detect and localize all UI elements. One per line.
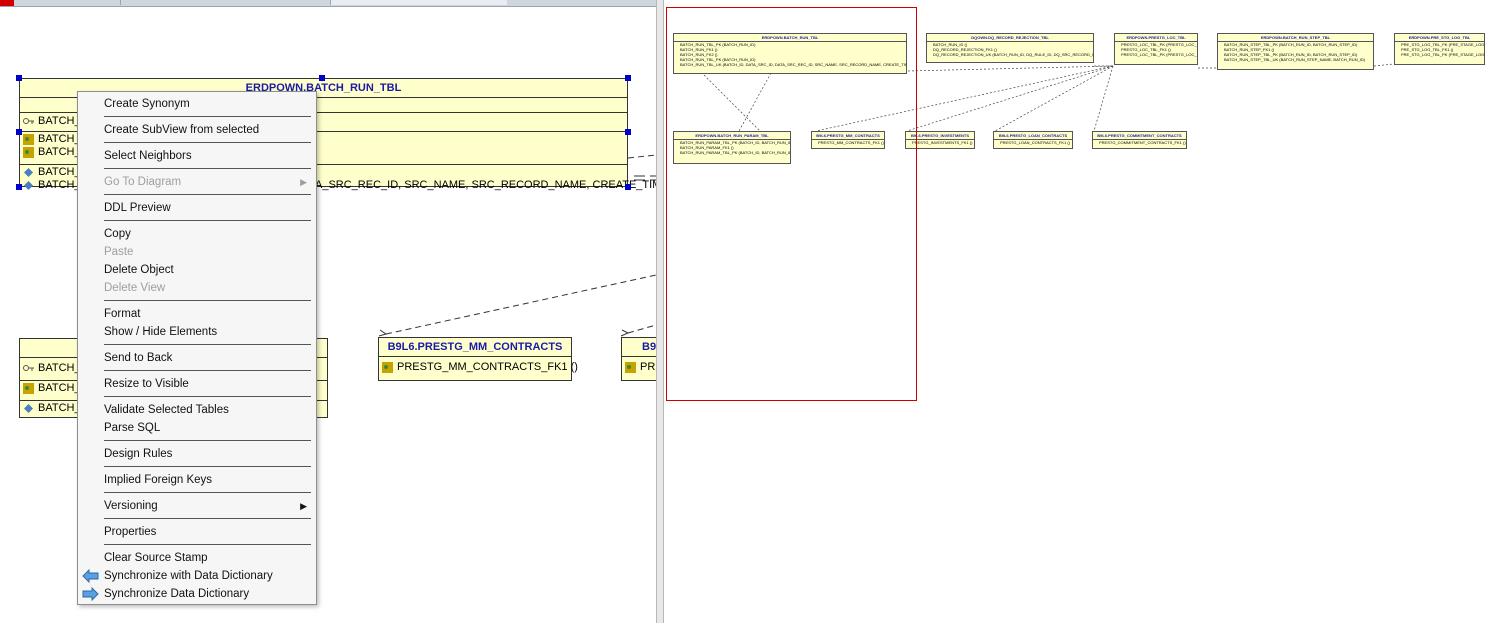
foreign-key-icon xyxy=(23,134,34,145)
menu-item-properties[interactable]: Properties xyxy=(104,523,156,541)
table-title: B9L6.PRESTG_MM_CONTRACTS xyxy=(379,338,571,357)
close-tab-icon[interactable] xyxy=(0,0,14,6)
foreign-key-icon xyxy=(23,147,34,158)
mini-table[interactable]: ERDPOWN.BATCH_RUN_STEP_TBL BATCH_RUN_STE… xyxy=(1217,33,1374,70)
selection-handle[interactable] xyxy=(16,129,22,135)
arrow-left-icon xyxy=(82,568,99,584)
menu-item-delete-object[interactable]: Delete Object xyxy=(104,261,174,279)
menu-separator xyxy=(104,440,311,441)
menu-separator xyxy=(104,300,311,301)
menu-separator xyxy=(104,492,311,493)
context-menu: Create Synonym Create SubView from selec… xyxy=(77,91,317,605)
menu-item-select-neighbors[interactable]: Select Neighbors xyxy=(104,147,192,165)
mini-table[interactable]: ERDPOWN.PRE_STG_LOG_TBL PRE_STG_LOG_TBL_… xyxy=(1394,33,1485,65)
menu-item-send-to-back[interactable]: Send to Back xyxy=(104,349,172,367)
table-partial[interactable]: B9 PRE xyxy=(621,337,656,381)
index-icon xyxy=(23,180,34,191)
menu-item-create-synonym[interactable]: Create Synonym xyxy=(104,95,190,113)
editor-tab[interactable] xyxy=(120,0,331,5)
table-row: PRESTG_MM_CONTRACTS_FK1 () xyxy=(379,361,578,374)
menu-separator xyxy=(104,518,311,519)
menu-item-go-to-diagram[interactable]: Go To Diagram ▶ xyxy=(104,173,309,191)
menu-separator xyxy=(104,116,311,117)
selection-handle[interactable] xyxy=(319,75,325,81)
menu-separator xyxy=(104,370,311,371)
key-icon xyxy=(23,363,34,374)
index-icon xyxy=(23,403,34,414)
mini-table[interactable]: B9L6.PRESTG_LOAN_CONTRACTS PRESTG_LOAN_C… xyxy=(993,131,1073,149)
selection-handle[interactable] xyxy=(625,129,631,135)
index-icon xyxy=(23,167,34,178)
foreign-key-icon xyxy=(382,362,393,373)
menu-separator xyxy=(104,142,311,143)
mini-table[interactable]: ERDPOWN.PRESTG_LOC_TBL PRESTG_LOC_TBL_PK… xyxy=(1114,33,1198,65)
menu-item-validate-selected-tables[interactable]: Validate Selected Tables xyxy=(104,401,229,419)
menu-item-sync-data-dictionary[interactable]: Synchronize Data Dictionary xyxy=(104,585,249,603)
selection-handle[interactable] xyxy=(625,184,631,190)
menu-separator xyxy=(104,168,311,169)
mini-table[interactable]: DQOWN.DQ_RECORD_REJECTION_TBL BATCH_RUN_… xyxy=(926,33,1094,63)
menu-item-sync-with-data-dictionary[interactable]: Synchronize with Data Dictionary xyxy=(104,567,273,585)
menu-item-copy[interactable]: Copy xyxy=(104,225,131,243)
menu-item-format[interactable]: Format xyxy=(104,305,140,323)
menu-separator xyxy=(104,544,311,545)
editor-tab-active[interactable] xyxy=(330,0,507,5)
menu-item-delete-view[interactable]: Delete View xyxy=(104,279,165,297)
submenu-arrow-icon: ▶ xyxy=(300,177,307,187)
menu-separator xyxy=(104,220,311,221)
menu-separator xyxy=(104,344,311,345)
pane-splitter[interactable] xyxy=(656,0,664,623)
menu-item-implied-foreign-keys[interactable]: Implied Foreign Keys xyxy=(104,471,212,489)
selection-handle[interactable] xyxy=(16,184,22,190)
foreign-key-icon xyxy=(23,383,34,394)
menu-item-create-subview[interactable]: Create SubView from selected xyxy=(104,121,259,139)
menu-item-show-hide-elements[interactable]: Show / Hide Elements xyxy=(104,323,217,341)
mini-table[interactable]: B9L6.PRESTG_COMMITMENT_CONTRACTS PRESTG_… xyxy=(1092,131,1187,149)
menu-item-clear-source-stamp[interactable]: Clear Source Stamp xyxy=(104,549,208,567)
selection-handle[interactable] xyxy=(625,75,631,81)
menu-item-paste[interactable]: Paste xyxy=(104,243,133,261)
menu-separator xyxy=(104,396,311,397)
menu-item-resize-to-visible[interactable]: Resize to Visible xyxy=(104,375,189,393)
menu-separator xyxy=(104,194,311,195)
overview-viewport-rect[interactable] xyxy=(666,7,917,401)
menu-separator xyxy=(104,466,311,467)
submenu-arrow-icon: ▶ xyxy=(300,501,307,511)
selection-handle[interactable] xyxy=(16,75,22,81)
menu-item-ddl-preview[interactable]: DDL Preview xyxy=(104,199,171,217)
table-row: PRE xyxy=(622,361,656,374)
menu-item-versioning[interactable]: Versioning ▶ xyxy=(104,497,309,515)
menu-item-design-rules[interactable]: Design Rules xyxy=(104,445,172,463)
editor-tab-strip xyxy=(0,0,660,7)
arrow-right-icon xyxy=(82,586,99,602)
table-prestg-mm-contracts[interactable]: B9L6.PRESTG_MM_CONTRACTS PRESTG_MM_CONTR… xyxy=(378,337,578,381)
key-icon xyxy=(23,116,35,127)
menu-item-parse-sql[interactable]: Parse SQL xyxy=(104,419,160,437)
foreign-key-icon xyxy=(625,362,636,373)
